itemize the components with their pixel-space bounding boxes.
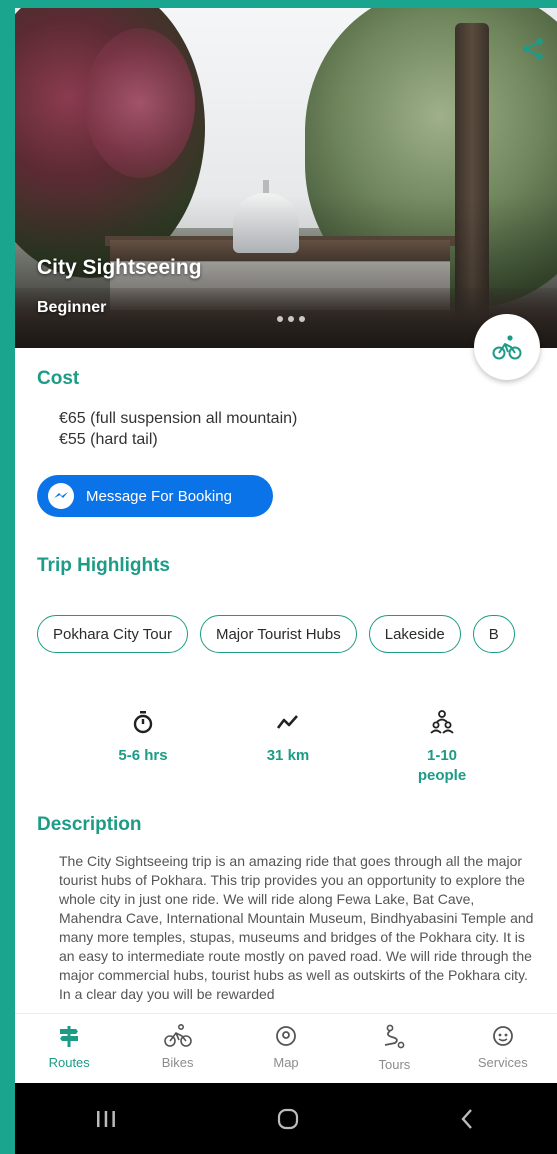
carousel-dots[interactable] (277, 316, 305, 322)
nav-map-label: Map (273, 1055, 299, 1070)
people-icon (430, 710, 454, 734)
trip-level: Beginner (37, 299, 107, 316)
chip-lakeside[interactable]: Lakeside (368, 615, 461, 653)
bottom-navigation: Routes Bikes Map Tours Services (15, 1013, 557, 1083)
hero-image: City Sightseeing Beginner (15, 8, 557, 348)
nav-bikes[interactable]: Bikes (123, 1014, 231, 1083)
bicycle-icon (163, 1024, 192, 1047)
home-icon[interactable] (276, 1107, 300, 1131)
nav-bikes-label: Bikes (161, 1055, 194, 1070)
trip-title: City Sightseeing (37, 256, 202, 279)
cost-line-1: €65 (full suspension all mountain) (59, 410, 298, 427)
nav-services[interactable]: Services (449, 1014, 557, 1083)
stat-duration-value: 5-6 hrs (118, 747, 168, 764)
nav-services-label: Services (477, 1055, 528, 1070)
chip-partial[interactable]: B (472, 615, 515, 653)
messenger-icon (48, 483, 74, 509)
nav-routes[interactable]: Routes (15, 1014, 123, 1083)
map-pin-icon (276, 1026, 296, 1046)
back-icon[interactable] (458, 1108, 478, 1130)
stat-duration: 5-6 hrs (88, 708, 198, 766)
system-navigation-bar (15, 1083, 557, 1154)
message-for-booking-button[interactable]: Message For Booking (37, 475, 273, 517)
nav-tours[interactable]: Tours (340, 1014, 448, 1083)
chip-major-tourist-hubs[interactable]: Major Tourist Hubs (199, 615, 357, 653)
stopwatch-icon (133, 711, 153, 734)
trip-highlights-title: Trip Highlights (37, 555, 170, 576)
nav-map[interactable]: Map (232, 1014, 340, 1083)
cyclist-icon (492, 335, 522, 360)
app-screen: City Sightseeing Beginner Cost €65 (full… (15, 8, 557, 1154)
description-text: The City Sightseeing trip is an amazing … (59, 853, 534, 1002)
recent-apps-icon[interactable] (94, 1109, 118, 1129)
chip-pokhara-city-tour[interactable]: Pokhara City Tour (37, 615, 188, 653)
route-icon (277, 715, 298, 729)
services-icon (492, 1026, 513, 1046)
cost-line-2: €55 (hard tail) (59, 431, 158, 448)
signpost-icon (60, 1026, 79, 1047)
stat-distance: 31 km (233, 708, 343, 766)
highlight-chips: Pokhara City Tour Major Tourist Hubs Lak… (37, 615, 515, 653)
tours-route-icon (385, 1024, 405, 1049)
nav-routes-label: Routes (48, 1055, 90, 1070)
stat-group-size-value: 1-10 people (417, 747, 467, 784)
nav-tours-label: Tours (378, 1057, 411, 1072)
share-icon[interactable] (520, 36, 546, 62)
cost-title: Cost (37, 368, 80, 389)
stat-distance-value: 31 km (266, 747, 310, 764)
description-title: Description (37, 814, 142, 835)
message-for-booking-label: Message For Booking (86, 487, 232, 505)
stat-group-size: 1-10 people (387, 708, 497, 786)
bike-fab-button[interactable] (474, 314, 540, 380)
